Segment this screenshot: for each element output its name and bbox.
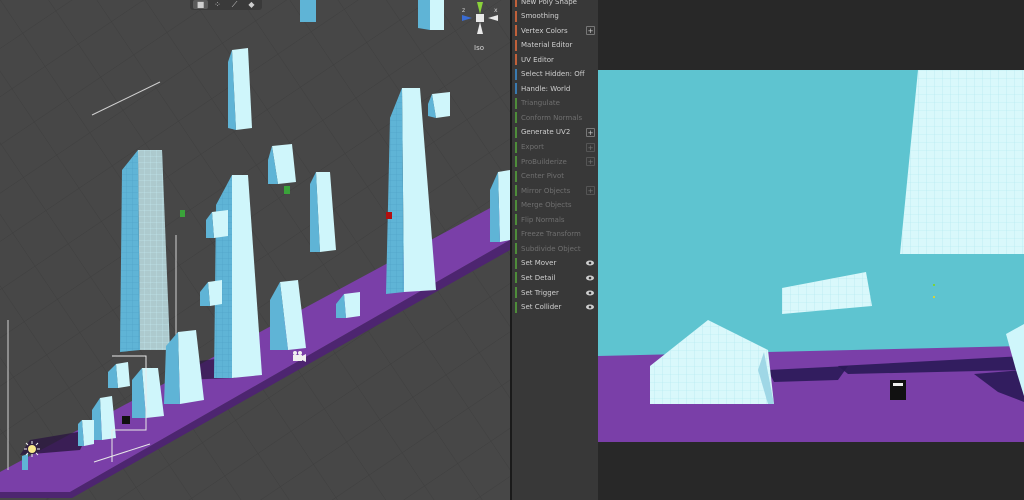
projection-label[interactable]: Iso (474, 44, 484, 52)
tool-label: Export (521, 143, 544, 151)
tool-label: Set Detail (521, 273, 556, 282)
options-plus-icon[interactable]: + (586, 127, 595, 137)
scene-tool-toolbar: ■ ⁘ ⟋ ◆ (190, 0, 262, 10)
category-color-bar (515, 287, 517, 298)
tool-new-poly-shape-button[interactable]: New Poly Shape (515, 0, 595, 7)
tool-set-detail-button[interactable]: Set Detail (515, 272, 595, 284)
tool-label: Handle: World (521, 84, 571, 93)
tool-set-trigger-button[interactable]: Set Trigger (515, 287, 595, 298)
trigger-marker (933, 296, 935, 298)
category-color-bar (515, 243, 517, 255)
tool-label: Generate UV2 (521, 128, 571, 137)
tool-material-editor-button[interactable]: Material Editor (515, 39, 595, 51)
tool-label: Select Hidden: Off (521, 70, 585, 79)
options-plus-icon[interactable]: + (586, 26, 595, 36)
trigger-marker (933, 284, 935, 286)
tool-label: Flip Normals (521, 215, 565, 224)
tool-vertex-colors-button[interactable]: Vertex Colors + (515, 25, 595, 37)
category-color-bar (515, 199, 517, 211)
tool-handle-world-button[interactable]: Handle: World (515, 83, 595, 95)
category-color-bar (515, 83, 517, 95)
scene-viewport[interactable] (0, 0, 510, 500)
category-color-bar (515, 156, 517, 168)
category-color-bar (515, 257, 517, 269)
category-color-bar (515, 228, 517, 240)
tool-center-pivot-button[interactable]: Center Pivot (515, 170, 595, 182)
tool-generate-uv2-button[interactable]: Generate UV2 + (515, 126, 595, 138)
tool-label: ProBuilderize (521, 157, 567, 166)
trigger-marker (284, 186, 290, 194)
tool-triangulate-button[interactable]: Triangulate (515, 97, 595, 109)
tool-label: Subdivide Object (521, 244, 581, 253)
category-color-bar (515, 68, 517, 80)
category-color-bar (515, 272, 517, 284)
tool-label: Center Pivot (521, 172, 564, 181)
category-color-bar (515, 0, 517, 7)
axis-z-label: z (462, 7, 465, 14)
tool-export-button[interactable]: Export + (515, 141, 595, 153)
tool-probuilderize-button[interactable]: ProBuilderize + (515, 156, 595, 168)
tool-subdivide-object-button[interactable]: Subdivide Object (515, 243, 595, 255)
tool-merge-objects-button[interactable]: Merge Objects (515, 199, 595, 211)
player-marker (122, 416, 130, 424)
edge-icon[interactable]: ⟋ (227, 0, 242, 9)
face-icon[interactable]: ◆ (244, 0, 259, 9)
eye-icon[interactable] (585, 274, 595, 282)
tool-flip-normals-button[interactable]: Flip Normals (515, 214, 595, 226)
category-color-bar (515, 170, 517, 182)
sun-icon (24, 441, 40, 457)
category-color-bar (515, 25, 517, 37)
vertex-icon[interactable]: ⁘ (210, 0, 225, 9)
tool-freeze-transform-button[interactable]: Freeze Transform (515, 228, 595, 240)
tool-label: Set Mover (521, 259, 557, 268)
category-color-bar (515, 214, 517, 226)
options-plus-icon[interactable]: + (586, 142, 595, 152)
category-color-bar (515, 185, 517, 197)
category-color-bar (515, 39, 517, 51)
probuilder-toolbar: New Poly Shape Smoothing Vertex Colors + Mat… (512, 0, 598, 500)
tool-mirror-objects-button[interactable]: Mirror Objects + (515, 185, 595, 197)
cube-icon[interactable]: ■ (193, 0, 208, 9)
tool-uv-editor-button[interactable]: UV Editor (515, 54, 595, 66)
category-color-bar (515, 10, 517, 22)
category-color-bar (515, 141, 517, 153)
eye-icon[interactable] (585, 303, 595, 311)
options-plus-icon[interactable]: + (586, 186, 595, 196)
tool-label: UV Editor (521, 55, 554, 64)
player-eyes (893, 383, 903, 386)
tool-label: Mirror Objects (521, 186, 571, 195)
tool-conform-normals-button[interactable]: Conform Normals (515, 112, 595, 124)
eye-icon[interactable] (585, 259, 595, 267)
tool-label: Set Collider (521, 303, 562, 312)
eye-icon[interactable] (585, 289, 595, 297)
tool-smoothing-button[interactable]: Smoothing (515, 10, 595, 22)
tool-label: Material Editor (521, 41, 573, 50)
tool-select-hidden-off-button[interactable]: Select Hidden: Off (515, 68, 595, 80)
category-color-bar (515, 54, 517, 66)
game-viewport (598, 70, 1024, 442)
tool-label: New Poly Shape (521, 0, 577, 6)
tool-label: Merge Objects (521, 201, 572, 210)
options-plus-icon[interactable]: + (586, 157, 595, 167)
tool-label: Freeze Transform (521, 230, 581, 239)
tool-set-mover-button[interactable]: Set Mover (515, 257, 595, 269)
trigger-marker (386, 212, 392, 219)
game-view[interactable] (598, 0, 1024, 500)
tool-label: Triangulate (521, 99, 560, 108)
category-color-bar (515, 126, 517, 138)
trigger-marker (180, 210, 185, 217)
axis-x-label: x (494, 7, 498, 14)
category-color-bar (515, 97, 517, 109)
scene-view[interactable]: ■ ⁘ ⟋ ◆ z x Iso (0, 0, 510, 500)
tool-label: Smoothing (521, 12, 559, 21)
tool-set-collider-button[interactable]: Set Collider (515, 301, 595, 313)
category-color-bar (515, 112, 517, 124)
tool-label: Set Trigger (521, 288, 559, 297)
tool-label: Vertex Colors (521, 26, 568, 35)
tool-label: Conform Normals (521, 113, 583, 122)
category-color-bar (515, 301, 517, 313)
